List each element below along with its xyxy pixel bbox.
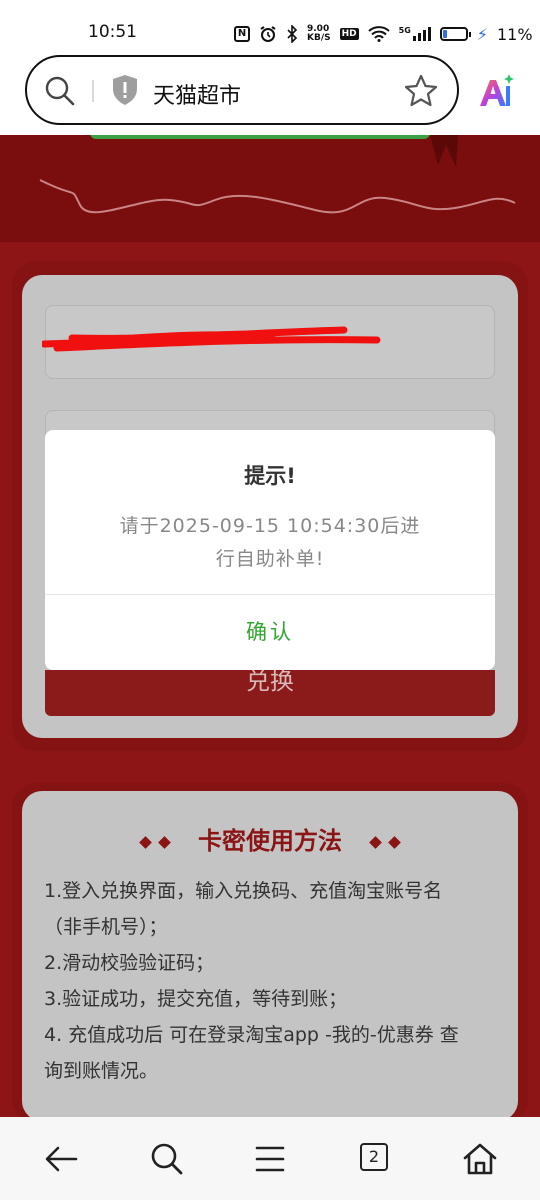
ai-assistant-icon[interactable] [476, 72, 516, 112]
hd-badge: HD [339, 28, 359, 40]
dialog-message: 请于2025-09-15 10:54:30后进 行自助补单! [119, 515, 421, 570]
diamond-icon [388, 835, 402, 849]
account-input[interactable] [42, 305, 495, 379]
network-speed: 9.00 KB/S [307, 24, 331, 43]
nfc-icon: N [234, 26, 250, 42]
address-separator [92, 80, 94, 102]
instructions-card: 卡密使用方法 1.登入兑换界面，输入兑换码、充值淘宝账号名 （非手机号）； 2.… [22, 791, 518, 1117]
clock: 10:51 [88, 22, 137, 42]
instruction-line: （非手机号）； [44, 916, 168, 938]
alarm-icon [260, 26, 276, 42]
instruction-line: 4. 充值成功后 可在登录淘宝app -我的-优惠券 查 [44, 1024, 459, 1046]
charging-icon: ⚡ [476, 24, 488, 44]
status-bar: 10:51 N 9.00 KB/S HD 5G ⚡ 11% [0, 0, 540, 60]
dialog-title: 提示! [244, 464, 296, 488]
menu-icon[interactable] [250, 1139, 290, 1179]
home-icon[interactable] [460, 1139, 500, 1179]
address-text[interactable]: 天猫超市 [153, 78, 241, 110]
tab-count-button[interactable]: 2 [360, 1143, 388, 1171]
search-icon[interactable] [43, 74, 77, 108]
instruction-line: 2.滑动校验验证码； [44, 952, 215, 974]
wifi-icon [367, 26, 390, 42]
alert-dialog: 提示! 请于2025-09-15 10:54:30后进 行自助补单! 确认 [45, 430, 495, 670]
back-arrow-icon[interactable] [42, 1139, 82, 1179]
instruction-line: 询到账情况。 [44, 1060, 159, 1082]
instruction-line: 1.登入兑换界面，输入兑换码、充值淘宝账号名 [44, 880, 443, 902]
header-banner [0, 135, 540, 242]
instructions-title: 卡密使用方法 [22, 821, 518, 856]
diamond-icon [138, 835, 152, 849]
address-bar[interactable]: 天猫超市 [25, 55, 459, 125]
battery-icon [439, 27, 471, 41]
cellular-signal: 5G [399, 27, 431, 41]
redaction-scribble [42, 326, 381, 352]
bluetooth-icon [287, 25, 298, 43]
search-icon[interactable] [147, 1139, 187, 1179]
banner-ribbon-decoration [39, 135, 516, 214]
shield-warning-icon[interactable] [111, 74, 139, 106]
diamond-icon [157, 835, 171, 849]
diamond-icon [369, 835, 383, 849]
browser-bottom-nav [0, 1117, 540, 1200]
instruction-line: 3.验证成功，提交充值，等待到账； [44, 988, 348, 1010]
battery-percent: 11% [497, 24, 533, 44]
instructions-list: 1.登入兑换界面，输入兑换码、充值淘宝账号名 （非手机号）； 2.滑动校验验证码… [44, 873, 504, 1089]
bookmark-star-icon[interactable] [403, 73, 439, 109]
status-icons: N 9.00 KB/S HD 5G ⚡ 11% [234, 22, 533, 46]
confirm-button[interactable]: 确认 [45, 595, 495, 670]
exchange-button[interactable]: 兑换 [45, 670, 495, 716]
